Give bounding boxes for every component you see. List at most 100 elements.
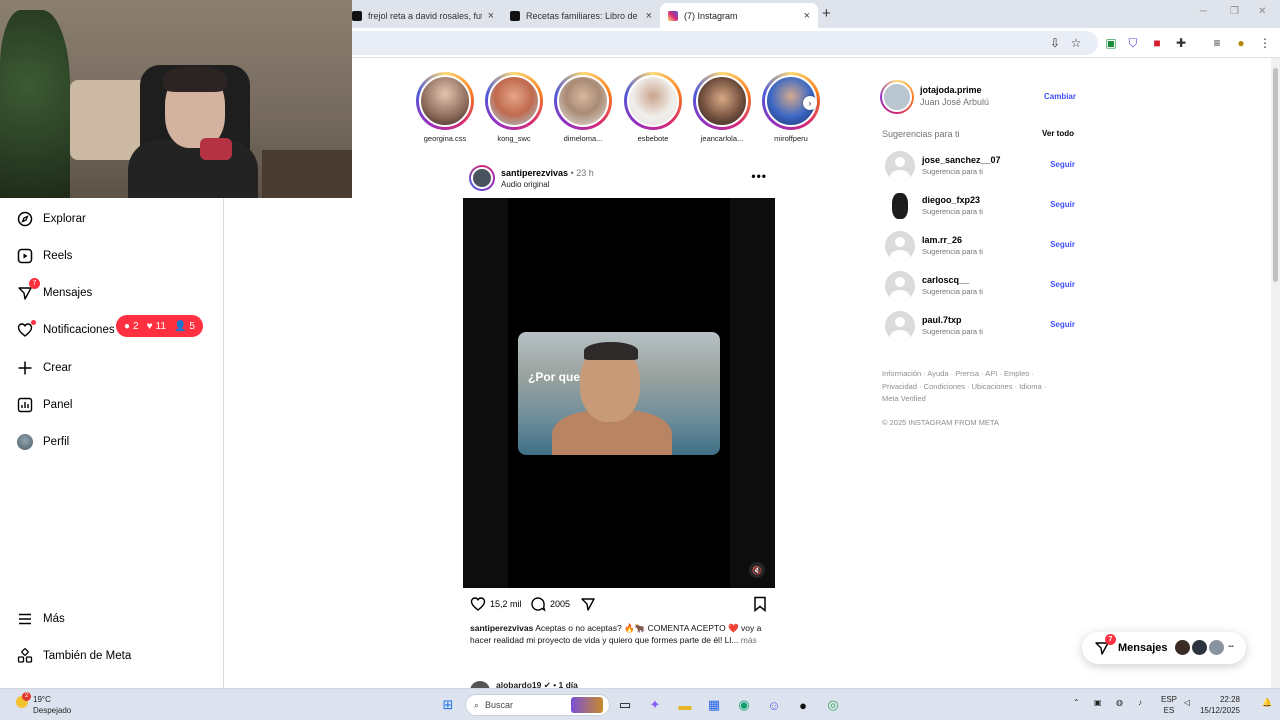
- post-username[interactable]: santiperezvivas: [501, 168, 568, 178]
- suggestion-username[interactable]: carloscq__: [922, 275, 969, 285]
- comment-button[interactable]: 2005: [530, 596, 570, 612]
- story-name: kong_swc: [497, 134, 531, 143]
- extension-red-icon[interactable]: ■: [1149, 35, 1165, 51]
- muted-icon[interactable]: 🔇: [749, 562, 765, 578]
- language-indicator[interactable]: ESP ES: [1161, 694, 1177, 716]
- suggestion-avatar[interactable]: [885, 151, 915, 181]
- address-bar[interactable]: [340, 31, 1098, 55]
- suggestion-username[interactable]: paul.7txp: [922, 315, 962, 325]
- nav-crear[interactable]: Crear: [16, 356, 72, 380]
- nav-mensajes[interactable]: 7 Mensajes: [16, 278, 92, 305]
- see-all-link[interactable]: Ver todo: [1042, 129, 1074, 138]
- chat-avatar: [1192, 640, 1207, 655]
- post-audio[interactable]: Audio original: [501, 180, 549, 189]
- like-button[interactable]: 15,2 mil: [470, 596, 522, 612]
- nav-notificaciones[interactable]: Notificaciones: [16, 318, 115, 342]
- suggestion-username[interactable]: lam.rr_26: [922, 235, 962, 245]
- windows-start-icon[interactable]: ⊞: [438, 695, 458, 715]
- windows-taskbar: 2 19°C Despejado ⊞ ⌕ Buscar ▭ ✦ ▬ ▦ ◉ ☺ …: [0, 688, 1280, 720]
- minimize-icon[interactable]: ─: [1200, 6, 1207, 17]
- story-item[interactable]: georgina.css: [415, 72, 475, 143]
- story-item[interactable]: dimeloma...: [553, 72, 613, 143]
- profile-avatar-icon[interactable]: ●: [1233, 35, 1249, 51]
- restore-icon[interactable]: ❐: [1230, 6, 1239, 17]
- tray-app-icon[interactable]: ▣: [1094, 698, 1102, 707]
- follow-button[interactable]: Seguir: [1050, 160, 1075, 169]
- close-tab-icon[interactable]: ×: [488, 10, 494, 22]
- suggestion-username[interactable]: jose_sanchez__07: [922, 155, 1001, 165]
- suggestion-avatar[interactable]: [885, 231, 915, 261]
- tab-instagram[interactable]: (7) Instagram ×: [660, 3, 818, 28]
- close-tab-icon[interactable]: ×: [804, 10, 810, 22]
- footer-links[interactable]: Información · Ayuda · Prensa · API · Emp…: [882, 368, 1062, 406]
- weather-widget[interactable]: 2 19°C Despejado: [16, 692, 71, 716]
- taskbar-search[interactable]: ⌕ Buscar: [465, 694, 610, 716]
- install-app-icon[interactable]: ⇩: [1047, 35, 1063, 51]
- tray-network-icon[interactable]: ◍: [1116, 698, 1123, 707]
- caption-more-link[interactable]: más: [738, 635, 757, 645]
- taskbar-clock[interactable]: 22:28 15/12/2025: [1198, 694, 1240, 716]
- notifications-pill[interactable]: ● 2 ♥ 11 👤 5: [116, 315, 203, 337]
- close-window-icon[interactable]: ✕: [1258, 6, 1266, 17]
- tab-frejol[interactable]: frejol reta a david rosales, futb ×: [344, 3, 502, 28]
- nav-reels[interactable]: Reels: [16, 244, 72, 268]
- extension-icon[interactable]: ▣: [1103, 35, 1119, 51]
- speaker-icon[interactable]: ◁: [1184, 698, 1190, 707]
- discord-icon[interactable]: ☺: [764, 695, 784, 715]
- shield-icon[interactable]: ⛉: [1125, 35, 1141, 51]
- caption-username[interactable]: santiperezvivas: [470, 623, 533, 633]
- suggestion-subtitle: Sugerencia para ti: [922, 327, 983, 336]
- post-time: • 23 h: [570, 168, 594, 178]
- store-icon[interactable]: ▦: [704, 695, 724, 715]
- suggestion-avatar[interactable]: [885, 271, 915, 301]
- tray-chevron-icon[interactable]: ⌃: [1073, 698, 1080, 707]
- post-video[interactable]: ¿Por que 🔇: [463, 198, 775, 588]
- copilot-icon[interactable]: ✦: [645, 695, 665, 715]
- nav-explorar[interactable]: Explorar: [16, 207, 86, 231]
- app-icon[interactable]: ●: [793, 695, 813, 715]
- save-button[interactable]: [753, 596, 767, 612]
- likes-count: ♥ 11: [147, 321, 166, 332]
- new-tab-button[interactable]: +: [822, 5, 831, 22]
- microphone-icon[interactable]: ♪: [1138, 698, 1142, 707]
- messenger-icon: 7: [16, 278, 40, 302]
- task-view-icon[interactable]: ▭: [615, 695, 635, 715]
- nav-tambien-de-meta[interactable]: También de Meta: [16, 644, 131, 668]
- nav-mas[interactable]: Más: [16, 607, 65, 631]
- follow-button[interactable]: Seguir: [1050, 280, 1075, 289]
- kebab-menu-icon[interactable]: ⋮: [1257, 35, 1273, 51]
- post-avatar[interactable]: [469, 165, 495, 191]
- story-item[interactable]: esbebote: [623, 72, 683, 143]
- puzzle-icon[interactable]: ✚: [1173, 35, 1189, 51]
- edge-icon[interactable]: ◉: [734, 695, 754, 715]
- nav-perfil[interactable]: Perfil: [16, 430, 69, 454]
- nav-panel[interactable]: Panel: [16, 393, 72, 417]
- story-item[interactable]: jeancarlola...: [692, 72, 752, 143]
- post-username-line[interactable]: santiperezvivas • 23 h: [501, 168, 594, 178]
- media-control-icon[interactable]: ≡: [1209, 35, 1225, 51]
- switch-account-link[interactable]: Cambiar: [1044, 92, 1076, 101]
- tab-recetas[interactable]: Recetas familiares: Libro de coc ×: [502, 3, 660, 28]
- messages-float-button[interactable]: 7 Mensajes •••: [1082, 632, 1246, 664]
- notifications-icon[interactable]: 🔔: [1262, 698, 1272, 707]
- more-options-icon[interactable]: •••: [751, 169, 767, 183]
- stories-next-icon[interactable]: ›: [803, 96, 817, 110]
- file-explorer-icon[interactable]: ▬: [675, 695, 695, 715]
- page-scrollbar[interactable]: [1271, 58, 1280, 688]
- chrome-icon[interactable]: ◎: [823, 695, 843, 715]
- suggestion-username[interactable]: diegoo_fxp23: [922, 195, 980, 205]
- story-item[interactable]: kong_swc: [484, 72, 544, 143]
- scrollbar-thumb[interactable]: [1273, 68, 1278, 282]
- follow-button[interactable]: Seguir: [1050, 240, 1075, 249]
- suggestion-avatar[interactable]: [885, 311, 915, 341]
- share-button[interactable]: [580, 596, 596, 612]
- menu-icon: [16, 610, 34, 628]
- bookmark-star-icon[interactable]: ☆: [1068, 35, 1084, 51]
- my-username[interactable]: jotajoda.prime: [920, 85, 982, 95]
- suggestion-avatar[interactable]: [885, 191, 915, 221]
- close-tab-icon[interactable]: ×: [646, 10, 652, 22]
- follows-count: 👤 5: [174, 321, 195, 332]
- follow-button[interactable]: Seguir: [1050, 320, 1075, 329]
- my-avatar[interactable]: [880, 80, 914, 114]
- follow-button[interactable]: Seguir: [1050, 200, 1075, 209]
